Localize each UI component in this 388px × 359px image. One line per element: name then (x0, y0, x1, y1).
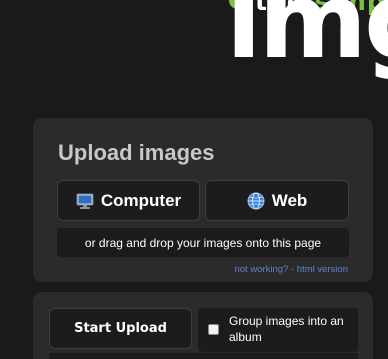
upload-page: the simple img Upload images Computer (0, 0, 388, 359)
drop-zone-text: or drag and drop your images onto this p… (84, 235, 322, 250)
computer-button-label: Computer (100, 190, 182, 210)
group-album-label: Group images into an album (229, 314, 344, 344)
site-logo[interactable]: the simple img (0, 0, 388, 110)
web-button-label: Web (271, 190, 308, 210)
panel-title: Upload images (58, 140, 215, 165)
upload-panel: Upload images Computer Web or drag and d… (33, 118, 373, 282)
drop-zone[interactable]: or drag and drop your images onto this p… (57, 228, 349, 257)
start-upload-button[interactable]: Start Upload (49, 308, 192, 349)
logo-wordmark: img (226, 0, 388, 82)
monitor-icon (76, 192, 94, 210)
computer-upload-button[interactable]: Computer (57, 180, 200, 221)
group-album-checkbox[interactable] (208, 324, 219, 335)
upload-actions-panel: Start Upload Group images into an album (33, 292, 373, 359)
web-upload-button[interactable]: Web (205, 180, 349, 221)
globe-icon (247, 192, 265, 210)
html-version-link[interactable]: not working? - html version (234, 264, 348, 275)
bottom-bar (49, 353, 358, 359)
group-album-option[interactable]: Group images into an album (198, 308, 358, 352)
